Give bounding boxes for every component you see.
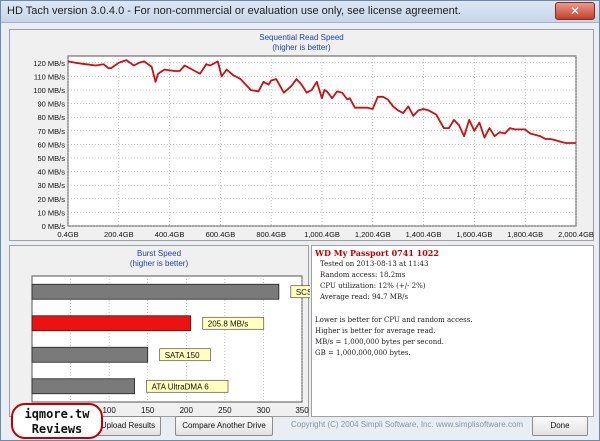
sequential-read-panel: Sequential Read Speed (higher is better)… [9, 29, 594, 241]
y-tick-label: 120 MB/s [33, 59, 65, 68]
drive-name: WD My Passport 0741 1022 [315, 248, 439, 258]
title-bar: HD Tach version 3.0.4.0 - For non-commer… [1, 1, 599, 23]
x-tick-label: 0.4GB [57, 230, 78, 239]
compare-another-drive-button[interactable]: Compare Another Drive [175, 416, 273, 436]
burst-bar [31, 283, 280, 300]
window-title: HD Tach version 3.0.4.0 - For non-commer… [7, 5, 461, 17]
y-tick-label: 10 MB/s [37, 208, 65, 217]
y-tick-label: 50 MB/s [37, 154, 65, 163]
note-gb: GB = 1,000,000,000 bytes. [315, 349, 411, 357]
burst-bar [31, 315, 192, 332]
note-mbs: MB/s = 1,000,000 bytes per second. [315, 338, 444, 346]
burst-x-tick-label: 200 [180, 406, 194, 415]
test-date: Tested on 2013-08-13 at 11:43 [320, 260, 429, 268]
drive-info-panel: WD My Passport 0741 1022 Tested on 2013-… [311, 245, 594, 417]
burst-bar-label: SATA 150 [165, 351, 200, 360]
burst-x-tick-label: 100 [102, 406, 116, 415]
cpu-utilization: CPU utilization: 12% (+/- 2%) [320, 282, 426, 290]
note-higher-better: Higher is better for average read. [315, 327, 436, 335]
sequential-read-chart: 0 MB/s10 MB/s20 MB/s30 MB/s40 MB/s50 MB/… [33, 55, 594, 239]
y-tick-label: 60 MB/s [37, 140, 65, 149]
y-tick-label: 110 MB/s [34, 72, 65, 81]
random-access: Random access: 18.2ms [320, 271, 406, 279]
x-tick-label: 1,400.4GB [406, 230, 442, 239]
x-tick-label: 1,200.4GB [355, 230, 391, 239]
burst-bar [31, 378, 135, 395]
y-tick-label: 40 MB/s [37, 168, 65, 177]
burst-x-tick-label: 250 [218, 406, 232, 415]
burst-bar-label: ATA UltraDMA 6 [152, 382, 210, 391]
x-tick-label: 1,600.4GB [456, 230, 492, 239]
burst-bar-label: 205.8 MB/s [208, 319, 248, 328]
burst-x-tick-label: 150 [141, 406, 155, 415]
x-tick-label: 1,800.4GB [507, 230, 543, 239]
app-window: HD Tach version 3.0.4.0 - For non-commer… [0, 0, 600, 441]
done-button[interactable]: Done [532, 416, 588, 436]
x-tick-label: 600.4GB [206, 230, 236, 239]
close-button[interactable]: ✕ [555, 2, 595, 20]
burst-x-tick-label: 300 [257, 406, 271, 415]
x-tick-label: 400.4GB [155, 230, 185, 239]
copyright-text: Copyright (C) 2004 Simpli Software, Inc.… [291, 420, 524, 429]
watermark-line-1: iqmore.tw [24, 407, 90, 421]
x-tick-label: 2,000.4GB [558, 230, 594, 239]
y-tick-label: 20 MB/s [37, 195, 65, 204]
y-tick-label: 70 MB/s [37, 127, 65, 136]
x-tick-label: 200.4GB [104, 230, 134, 239]
x-tick-label: 1,000.4GB [304, 230, 340, 239]
burst-speed-panel: Burst Speed (higher is better) 501001502… [9, 245, 310, 417]
average-read: Average read: 94.7 MB/s [320, 293, 409, 301]
x-tick-label: 800.4GB [256, 230, 286, 239]
y-tick-label: 80 MB/s [37, 113, 65, 122]
watermark-logo: iqmore.tw Reviews [11, 403, 103, 439]
burst-speed-chart: 50100150200250300350SCSI Ultra320205.8 M… [31, 275, 310, 415]
y-tick-label: 30 MB/s [37, 181, 65, 190]
burst-x-tick-label: 350 [295, 406, 309, 415]
burst-bar [31, 346, 149, 363]
y-tick-label: 100 MB/s [33, 86, 65, 95]
burst-bar-label: SCSI Ultra320 [296, 288, 310, 297]
note-lower-better: Lower is better for CPU and random acces… [315, 316, 473, 324]
upload-results-button[interactable]: Upload Results [95, 416, 161, 436]
watermark-line-2: Reviews [31, 422, 83, 436]
y-tick-label: 90 MB/s [37, 100, 65, 109]
